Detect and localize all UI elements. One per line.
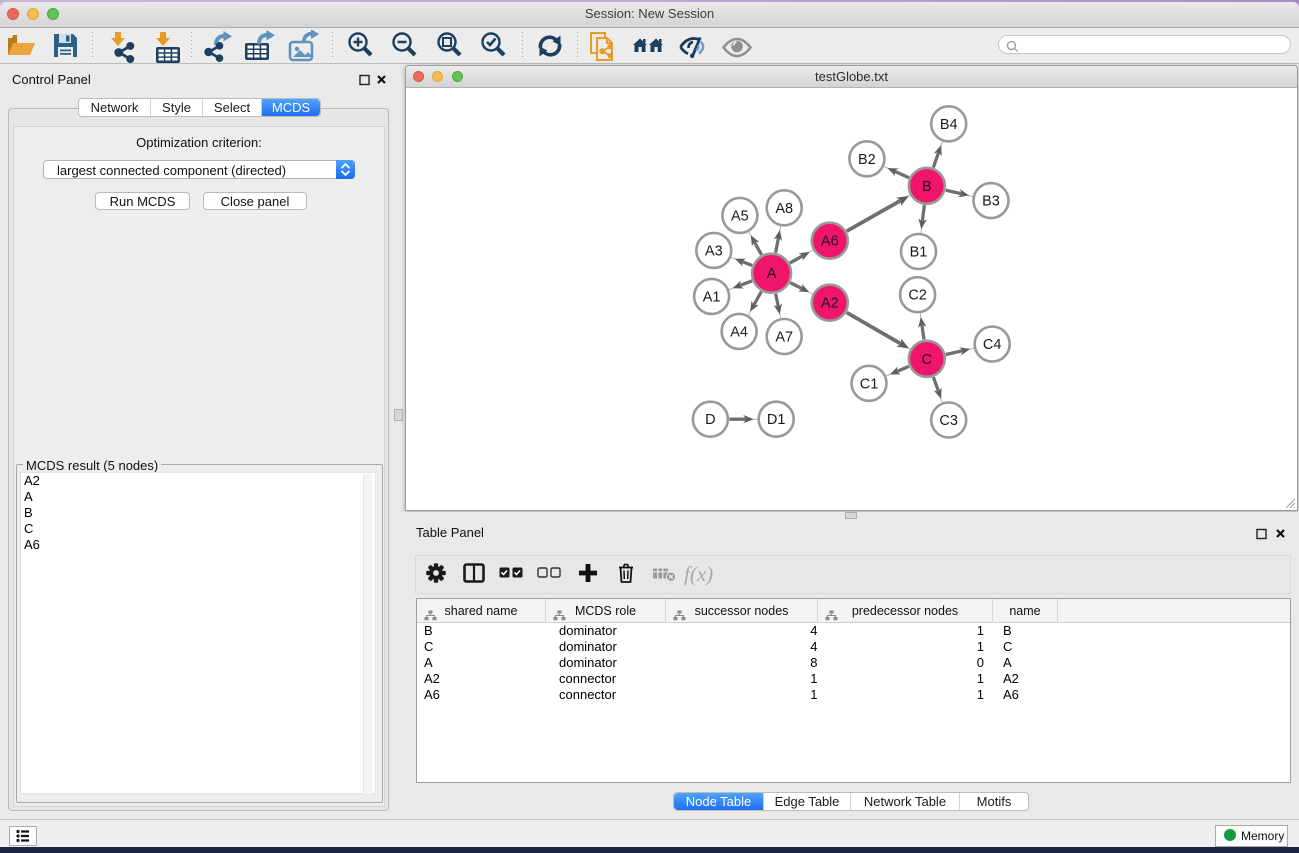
svg-text:f(x): f(x) <box>684 562 713 586</box>
svg-text:B: B <box>922 179 932 195</box>
svg-text:D: D <box>705 412 715 428</box>
svg-text:A5: A5 <box>731 208 749 224</box>
svg-text:A7: A7 <box>775 330 793 346</box>
svg-text:A3: A3 <box>705 243 723 259</box>
svg-text:C2: C2 <box>908 288 927 304</box>
svg-text:A8: A8 <box>775 201 793 217</box>
svg-text:C1: C1 <box>860 376 879 392</box>
svg-text:B2: B2 <box>858 152 876 168</box>
svg-text:C4: C4 <box>983 337 1002 353</box>
svg-text:B1: B1 <box>910 245 928 261</box>
svg-text:A: A <box>767 266 777 282</box>
svg-text:D1: D1 <box>767 412 786 428</box>
svg-text:C3: C3 <box>939 413 958 429</box>
svg-text:A4: A4 <box>730 324 748 340</box>
svg-text:A2: A2 <box>821 296 839 312</box>
svg-text:C: C <box>922 352 932 368</box>
svg-text:B3: B3 <box>982 194 1000 210</box>
svg-text:A6: A6 <box>821 234 839 250</box>
svg-text:B4: B4 <box>940 117 958 133</box>
svg-text:A1: A1 <box>703 289 721 305</box>
